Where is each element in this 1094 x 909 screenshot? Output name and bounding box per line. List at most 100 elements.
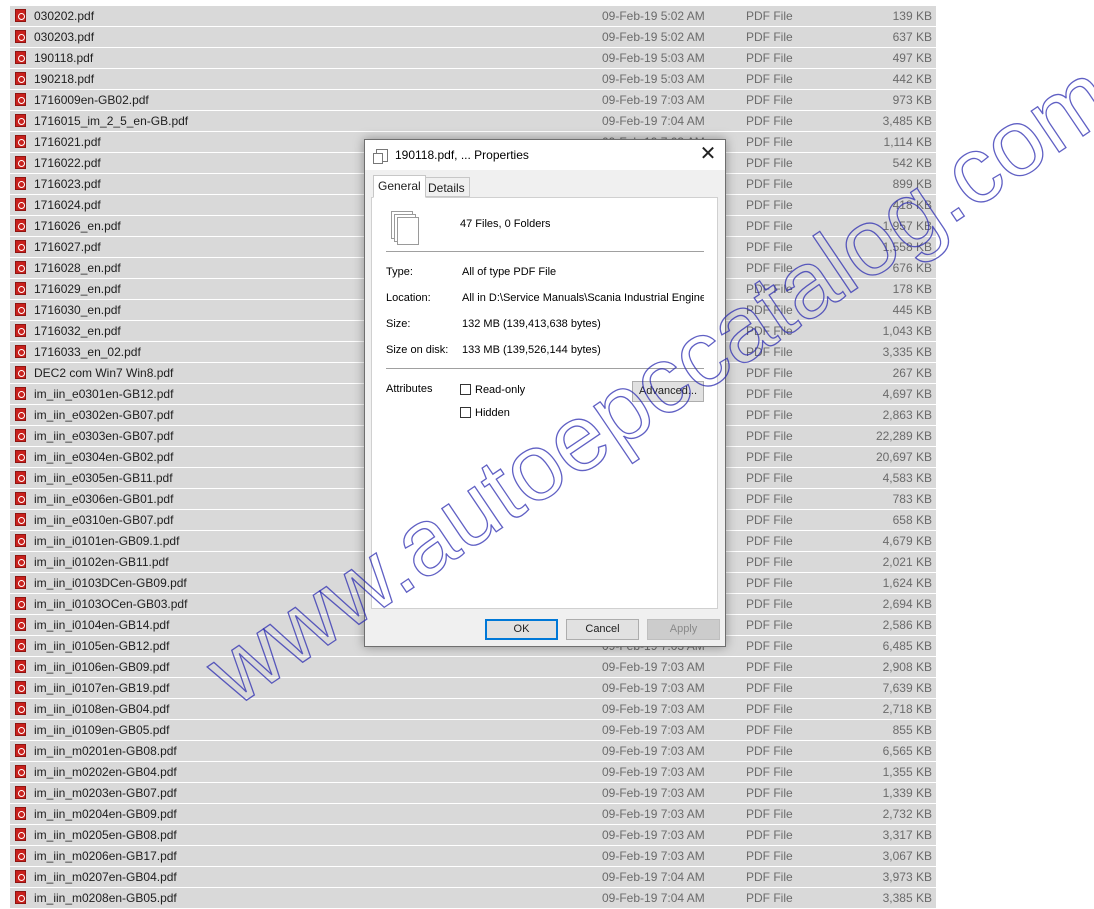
file-date: 09-Feb-19 7:03 AM <box>602 660 705 674</box>
file-name: im_iin_i0108en-GB04.pdf <box>34 702 170 716</box>
pdf-file-icon <box>15 807 26 820</box>
file-size: 855 KB <box>892 723 932 737</box>
size-on-disk-label: Size on disk: <box>386 344 449 356</box>
file-name: im_iin_e0303en-GB07.pdf <box>34 429 174 443</box>
pdf-file-icon <box>15 198 26 211</box>
pdf-file-icon <box>15 408 26 421</box>
file-size: 637 KB <box>892 30 932 44</box>
file-type: PDF File <box>746 849 793 863</box>
pdf-file-icon <box>15 9 26 22</box>
file-date: 09-Feb-19 7:03 AM <box>602 681 705 695</box>
file-size: 1,114 KB <box>883 135 932 149</box>
pdf-file-icon <box>15 576 26 589</box>
file-type: PDF File <box>746 135 793 149</box>
file-name: im_iin_m0203en-GB07.pdf <box>34 786 177 800</box>
file-type: PDF File <box>746 723 793 737</box>
pdf-file-icon <box>15 618 26 631</box>
file-row[interactable]: 030202.pdf 09-Feb-19 5:02 AM PDF File 139 K… <box>10 6 936 26</box>
file-row[interactable]: im_iin_i0106en-GB09.pdf 09-Feb-19 7:03 AM… <box>10 657 936 677</box>
file-name: im_iin_i0104en-GB14.pdf <box>34 618 170 632</box>
file-type: PDF File <box>746 534 793 548</box>
file-type: PDF File <box>746 891 793 905</box>
file-row[interactable]: 1716015_im_2_5_en-GB.pdf 09-Feb-19 7:04 A… <box>10 111 936 131</box>
file-type: PDF File <box>746 408 793 422</box>
file-size: 2,694 KB <box>882 597 932 611</box>
file-row[interactable]: im_iin_i0109en-GB05.pdf 09-Feb-19 7:03 AM… <box>10 720 936 740</box>
file-type: PDF File <box>746 114 793 128</box>
file-name: 1716024.pdf <box>34 198 101 212</box>
file-date: 09-Feb-19 7:03 AM <box>602 765 705 779</box>
file-size: 658 KB <box>892 513 932 527</box>
file-type: PDF File <box>746 9 793 23</box>
file-name: 1716033_en_02.pdf <box>34 345 141 359</box>
file-row[interactable]: im_iin_m0205en-GB08.pdf 09-Feb-19 7:03 AM… <box>10 825 936 845</box>
file-row[interactable]: im_iin_i0107en-GB19.pdf 09-Feb-19 7:03 AM… <box>10 678 936 698</box>
location-label: Location: <box>386 292 431 304</box>
file-type: PDF File <box>746 198 793 212</box>
file-size: 4,583 KB <box>882 471 932 485</box>
file-size: 178 KB <box>892 282 932 296</box>
file-type: PDF File <box>746 282 793 296</box>
file-row[interactable]: 030203.pdf 09-Feb-19 5:02 AM PDF File 637 K… <box>10 27 936 47</box>
file-date: 09-Feb-19 7:03 AM <box>602 807 705 821</box>
file-row[interactable]: im_iin_m0207en-GB04.pdf 09-Feb-19 7:04 AM… <box>10 867 936 887</box>
file-size: 1,043 KB <box>882 324 932 338</box>
file-name: 1716028_en.pdf <box>34 261 121 275</box>
file-name: im_iin_i0107en-GB19.pdf <box>34 681 170 695</box>
file-row[interactable]: im_iin_m0202en-GB04.pdf 09-Feb-19 7:03 AM… <box>10 762 936 782</box>
file-name: 030202.pdf <box>34 9 95 23</box>
readonly-label[interactable]: Read-only <box>475 384 525 396</box>
file-row[interactable]: im_iin_m0203en-GB07.pdf 09-Feb-19 7:03 AM… <box>10 783 936 803</box>
file-row[interactable]: im_iin_i0108en-GB04.pdf 09-Feb-19 7:03 AM… <box>10 699 936 719</box>
cancel-button[interactable]: Cancel <box>566 619 639 640</box>
dialog-title: 190118.pdf, ... Properties <box>395 148 529 162</box>
pdf-file-icon <box>15 597 26 610</box>
file-name: 1716026_en.pdf <box>34 219 121 233</box>
file-name: im_iin_i0101en-GB09.1.pdf <box>34 534 180 548</box>
pdf-file-icon <box>15 681 26 694</box>
ok-button[interactable]: OK <box>485 619 558 640</box>
advanced-button[interactable]: Advanced... <box>632 381 704 402</box>
file-type: PDF File <box>746 870 793 884</box>
file-size: 3,485 KB <box>882 114 932 128</box>
file-size: 22,289 KB <box>875 429 932 443</box>
file-type: PDF File <box>746 618 793 632</box>
apply-button[interactable]: Apply <box>647 619 720 640</box>
file-size: 2,732 KB <box>882 807 932 821</box>
file-row[interactable]: im_iin_m0204en-GB09.pdf 09-Feb-19 7:03 AM… <box>10 804 936 824</box>
file-date: 09-Feb-19 7:03 AM <box>602 723 705 737</box>
file-name: im_iin_i0103DCen-GB09.pdf <box>34 576 187 590</box>
file-row[interactable]: 190118.pdf 09-Feb-19 5:03 AM PDF File 497 K… <box>10 48 936 68</box>
file-type: PDF File <box>746 765 793 779</box>
tab-details[interactable]: Details <box>423 177 470 197</box>
file-size: 6,565 KB <box>882 744 932 758</box>
file-name: im_iin_m0201en-GB08.pdf <box>34 744 177 758</box>
file-row[interactable]: 1716009en-GB02.pdf 09-Feb-19 7:03 AM PDF F… <box>10 90 936 110</box>
file-size: 2,863 KB <box>882 408 932 422</box>
file-name: im_iin_m0204en-GB09.pdf <box>34 807 177 821</box>
hidden-checkbox[interactable] <box>460 407 471 418</box>
dialog-titlebar[interactable]: 190118.pdf, ... Properties ✕ <box>365 140 725 170</box>
file-size: 3,973 KB <box>882 870 932 884</box>
file-size: 1,355 KB <box>882 765 932 779</box>
file-date: 09-Feb-19 7:03 AM <box>602 828 705 842</box>
pdf-file-icon <box>15 387 26 400</box>
file-row[interactable]: im_iin_m0201en-GB08.pdf 09-Feb-19 7:03 AM… <box>10 741 936 761</box>
readonly-checkbox[interactable] <box>460 384 471 395</box>
file-size: 6,485 KB <box>882 639 932 653</box>
file-date: 09-Feb-19 5:03 AM <box>602 51 705 65</box>
file-date: 09-Feb-19 7:04 AM <box>602 891 705 905</box>
close-button[interactable]: ✕ <box>699 144 717 164</box>
hidden-label[interactable]: Hidden <box>475 407 510 419</box>
file-type: PDF File <box>746 429 793 443</box>
file-row[interactable]: im_iin_m0206en-GB17.pdf 09-Feb-19 7:03 AM… <box>10 846 936 866</box>
file-type: PDF File <box>746 177 793 191</box>
file-type: PDF File <box>746 828 793 842</box>
file-row[interactable]: im_iin_m0208en-GB05.pdf 09-Feb-19 7:04 AM… <box>10 888 936 908</box>
pdf-file-icon <box>15 72 26 85</box>
tab-general[interactable]: General <box>373 175 426 198</box>
file-type: PDF File <box>746 303 793 317</box>
file-row[interactable]: 190218.pdf 09-Feb-19 5:03 AM PDF File 442 K… <box>10 69 936 89</box>
file-size: 267 KB <box>892 366 932 380</box>
location-value: All in D:\Service Manuals\Scania Industr… <box>462 292 704 304</box>
